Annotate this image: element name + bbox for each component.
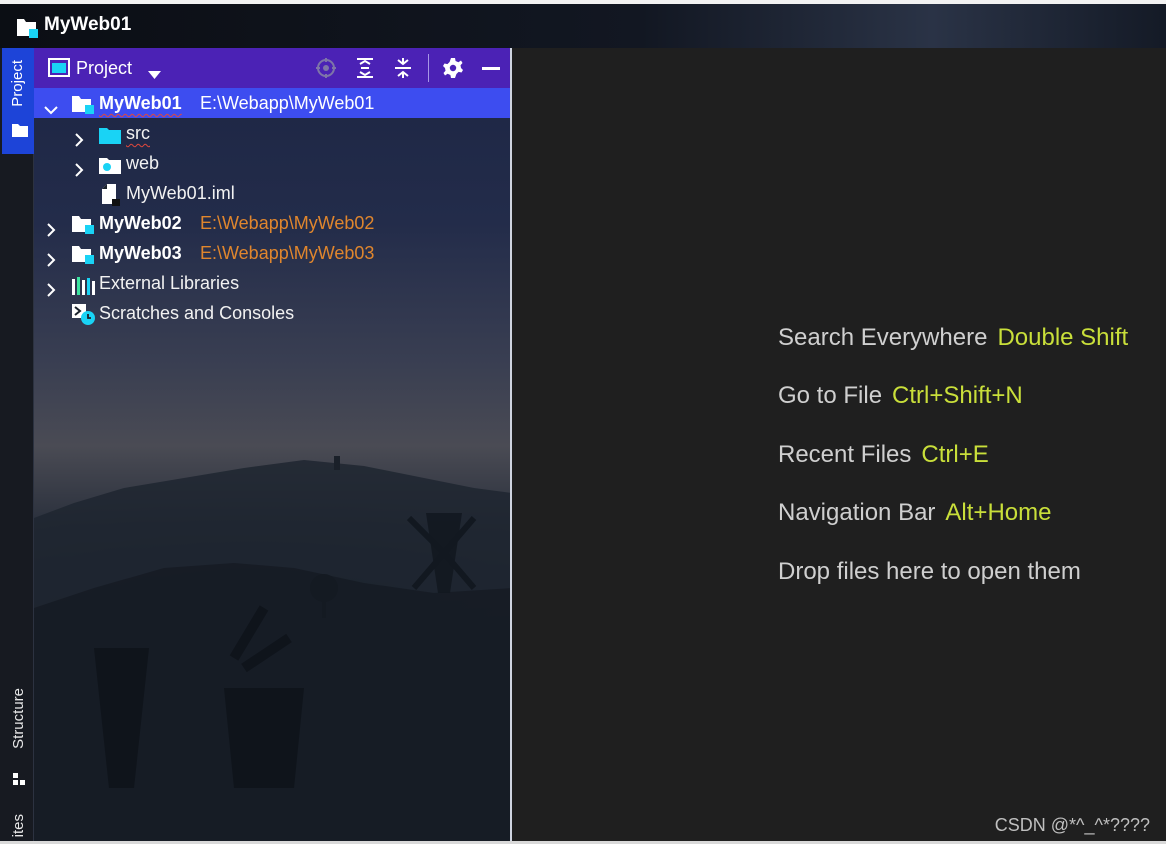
title-bar: MyWeb01 xyxy=(0,4,1166,48)
hint-shortcut: Ctrl+Shift+N xyxy=(892,382,1023,409)
hint-navigation-bar: Navigation Bar Alt+Home xyxy=(778,499,1051,527)
hint-search-everywhere: Search Everywhere Double Shift xyxy=(778,324,1128,352)
module-path: E:\Webapp\MyWeb01 xyxy=(200,93,375,113)
module-path: E:\Webapp\MyWeb03 xyxy=(200,243,375,263)
file-name: MyWeb01.iml xyxy=(126,183,235,203)
hint-drop-files: Drop files here to open them xyxy=(778,558,1081,586)
tree-row-myweb03[interactable]: MyWeb03 E:\Webapp\MyWeb03 xyxy=(34,238,510,268)
project-panel: Project MyWeb01 E:\Webapp\MyWeb01 src we… xyxy=(34,48,512,844)
scratches-icon xyxy=(72,304,96,335)
tree-row-external-libraries[interactable]: External Libraries xyxy=(34,268,510,298)
left-tool-strip: Project Structure ites xyxy=(0,48,34,844)
project-view-icon xyxy=(48,58,70,83)
minimize-icon[interactable] xyxy=(480,57,502,79)
gear-icon[interactable] xyxy=(442,57,464,79)
expand-all-icon[interactable] xyxy=(354,57,376,79)
project-tool-label: Project xyxy=(9,60,26,107)
header-separator xyxy=(428,54,429,82)
module-icon xyxy=(16,17,38,44)
hint-label: Drop files here to open them xyxy=(778,558,1081,585)
folder-name: web xyxy=(126,153,160,173)
scratches-label: Scratches and Consoles xyxy=(99,303,295,323)
module-name: MyWeb03 xyxy=(99,243,182,263)
locate-icon[interactable] xyxy=(315,57,337,79)
window-title: MyWeb01 xyxy=(44,14,132,35)
tree-row-scratches[interactable]: Scratches and Consoles xyxy=(34,298,510,328)
module-name: MyWeb01 xyxy=(99,93,182,113)
structure-tool-label: Structure xyxy=(10,688,27,749)
tree-row-src[interactable]: src xyxy=(34,118,510,148)
tree-row-iml[interactable]: MyWeb01.iml xyxy=(34,178,510,208)
hint-shortcut: Ctrl+E xyxy=(921,441,989,468)
module-path: E:\Webapp\MyWeb02 xyxy=(200,213,375,233)
structure-tool-tab[interactable]: Structure xyxy=(2,688,34,788)
project-panel-header: Project xyxy=(34,48,510,88)
hint-shortcut: Alt+Home xyxy=(945,499,1052,526)
hint-shortcut: Double Shift xyxy=(997,324,1129,351)
watermark: CSDN @*^_^*???? xyxy=(994,815,1150,835)
favorites-tool-tab[interactable]: ites xyxy=(2,814,34,844)
hint-label: Navigation Bar xyxy=(778,499,936,526)
hint-go-to-file: Go to File Ctrl+Shift+N xyxy=(778,382,1023,410)
hint-label: Search Everywhere xyxy=(778,324,988,351)
hint-label: Recent Files xyxy=(778,441,912,468)
hint-recent-files: Recent Files Ctrl+E xyxy=(778,441,989,469)
favorites-tool-label: ites xyxy=(10,814,27,838)
collapse-all-icon[interactable] xyxy=(392,57,414,79)
tree-row-myweb02[interactable]: MyWeb02 E:\Webapp\MyWeb02 xyxy=(34,208,510,238)
project-tool-tab[interactable]: Project xyxy=(2,48,34,154)
folder-name: src xyxy=(126,123,150,143)
chevron-down-icon[interactable] xyxy=(148,66,161,84)
tree-row-web[interactable]: web xyxy=(34,148,510,178)
folder-icon xyxy=(12,123,28,142)
module-name: MyWeb02 xyxy=(99,213,182,233)
project-view-dropdown[interactable]: Project xyxy=(76,58,132,79)
libraries-label: External Libraries xyxy=(99,273,240,293)
tree-row-myweb01[interactable]: MyWeb01 E:\Webapp\MyWeb01 xyxy=(34,88,510,118)
hint-label: Go to File xyxy=(778,382,883,409)
editor-area[interactable]: Search Everywhere Double Shift Go to File… xyxy=(512,48,1166,844)
structure-icon xyxy=(13,772,25,790)
